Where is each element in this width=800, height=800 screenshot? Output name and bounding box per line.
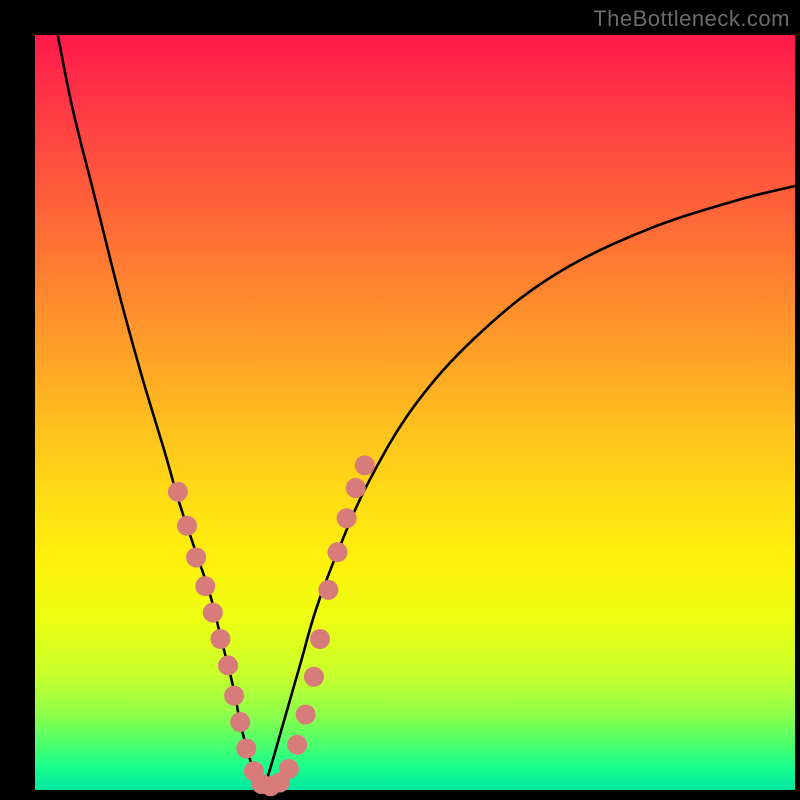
marker-point (224, 686, 244, 706)
marker-point (168, 482, 188, 502)
marker-point (296, 705, 316, 725)
marker-point (337, 508, 357, 528)
marker-point (355, 455, 375, 475)
markers-group (168, 455, 375, 796)
left-curve-path (58, 35, 263, 790)
marker-point (236, 738, 256, 758)
right-curve-path (263, 186, 795, 790)
marker-point (279, 759, 299, 779)
marker-point (177, 516, 197, 536)
marker-point (203, 603, 223, 623)
chart-frame: TheBottleneck.com (0, 0, 800, 800)
chart-overlay (35, 35, 795, 790)
watermark-label: TheBottleneck.com (593, 6, 790, 32)
marker-point (230, 712, 250, 732)
marker-point (210, 629, 230, 649)
marker-point (195, 576, 215, 596)
marker-point (287, 735, 307, 755)
marker-point (186, 547, 206, 567)
marker-point (310, 629, 330, 649)
marker-point (304, 667, 324, 687)
marker-point (318, 580, 338, 600)
marker-point (327, 542, 347, 562)
curve-group (58, 35, 795, 790)
marker-point (218, 655, 238, 675)
marker-point (346, 478, 366, 498)
